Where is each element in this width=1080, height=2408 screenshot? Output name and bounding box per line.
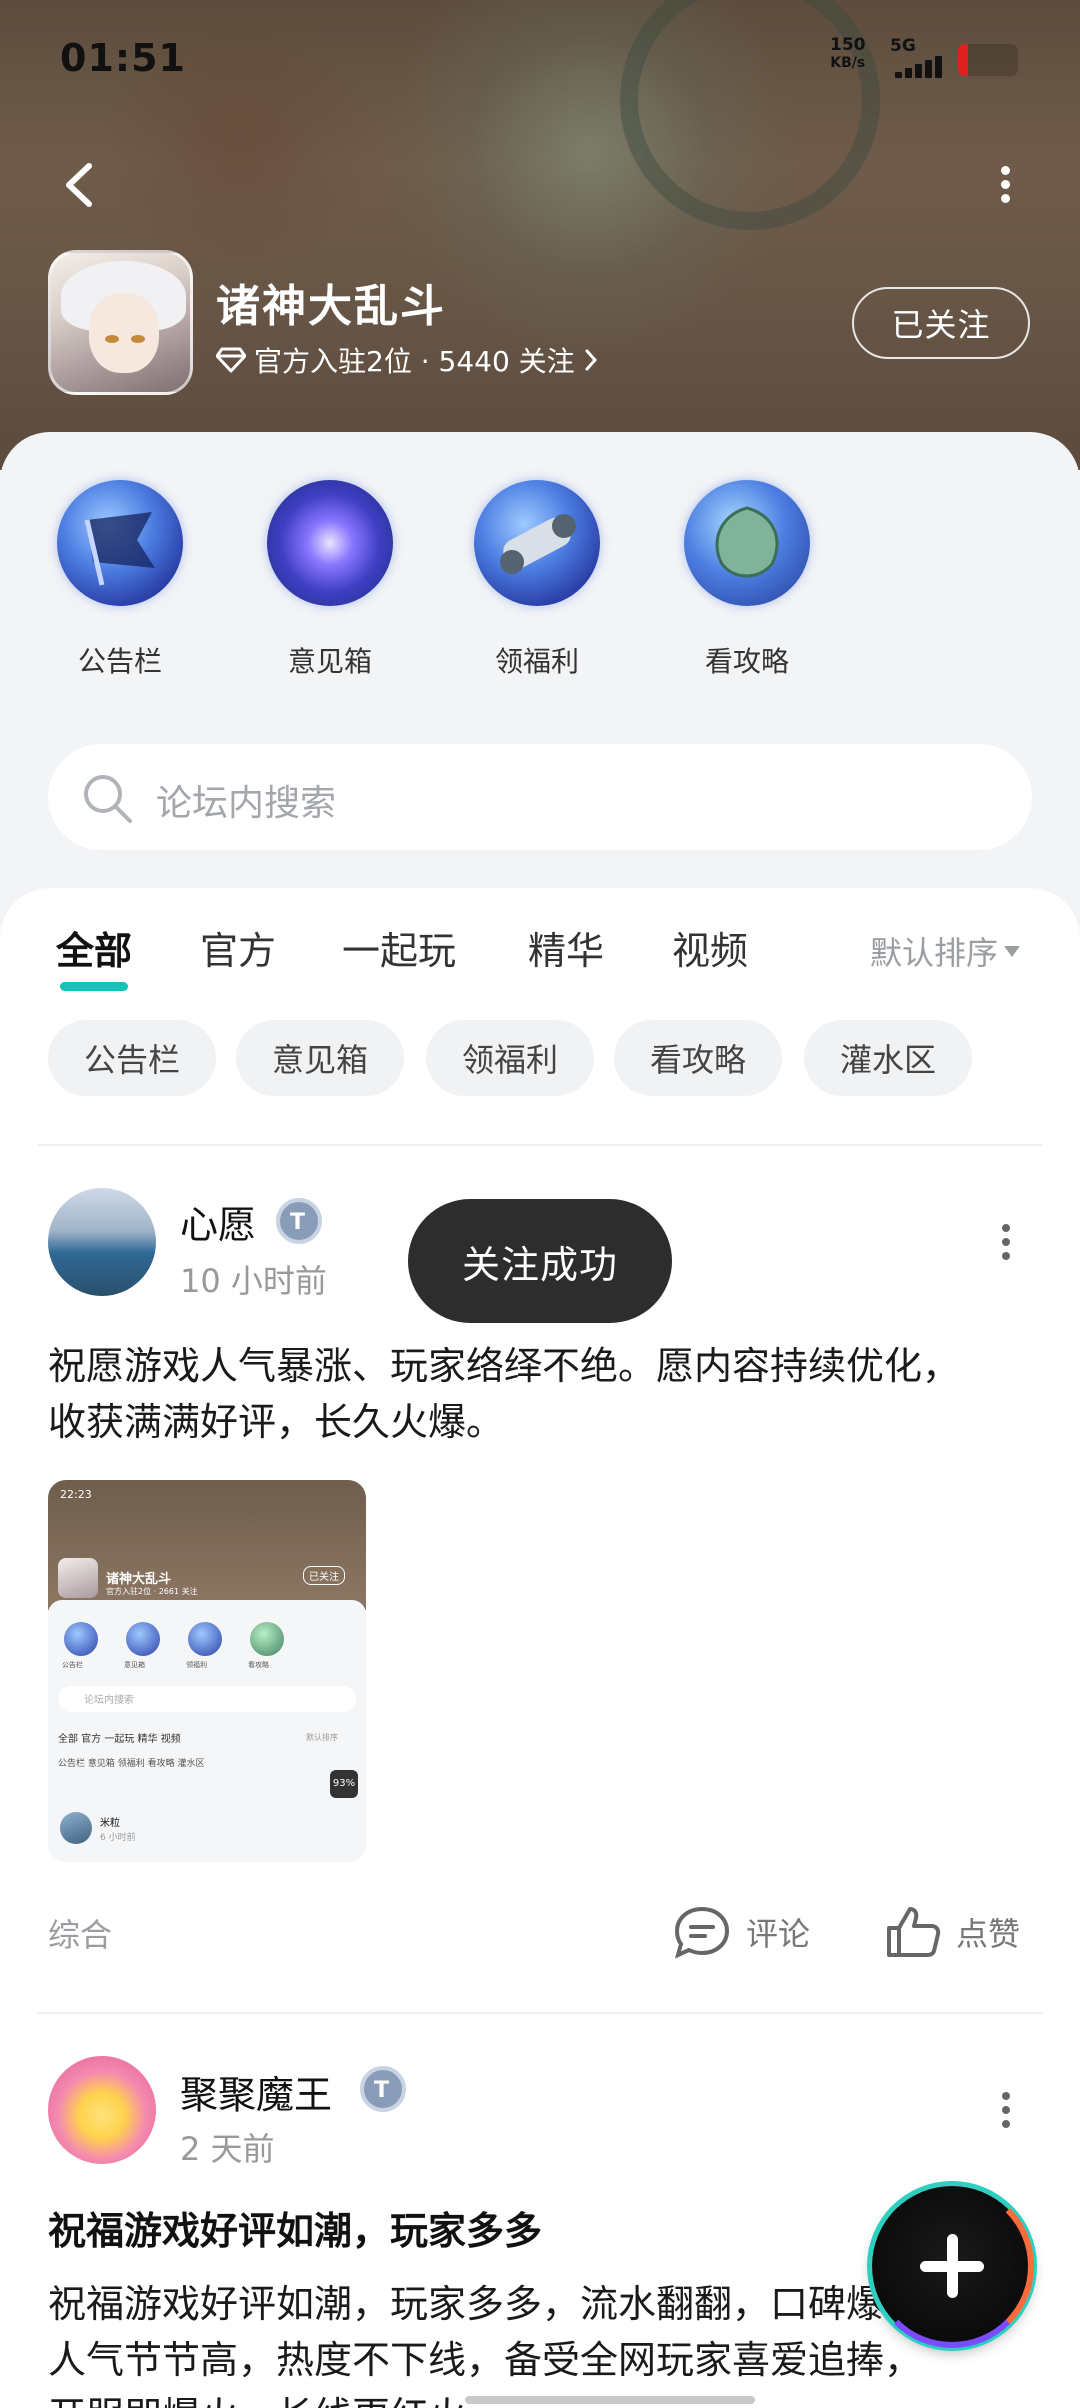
- post-content[interactable]: 祝愿游戏人气暴涨、玩家络绎不绝。愿内容持续优化， 收获满满好评，长久火爆。: [48, 1338, 1048, 1450]
- home-indicator[interactable]: [465, 2396, 755, 2404]
- thumb-quick-label: 领福利: [186, 1661, 207, 1669]
- post-more-icon[interactable]: [996, 2090, 1016, 2130]
- network-speed-unit: KB/s: [830, 55, 866, 71]
- divider: [38, 1144, 1042, 1146]
- game-title: 诸神大乱斗: [216, 281, 446, 332]
- tab-play-together[interactable]: 一起玩: [342, 920, 456, 975]
- tab-official[interactable]: 官方: [200, 920, 276, 975]
- thumb-author: 米粒: [100, 1818, 120, 1829]
- post-content-line: 收获满满好评，长久火爆。: [48, 1400, 505, 1444]
- sort-label: 默认排序: [870, 934, 999, 972]
- status-bar: 01:51 150 KB/s 5G: [0, 0, 1080, 120]
- quick-entry-label: 看攻略: [704, 645, 789, 678]
- quick-entry-guide[interactable]: 看攻略: [672, 480, 822, 680]
- post-image[interactable]: 22:23 诸神大乱斗 官方入驻2位 · 2661 关注 已关注 公告栏 意见箱…: [48, 1480, 366, 1862]
- scroll-icon: [474, 480, 600, 606]
- search-icon: [84, 775, 132, 823]
- thumb-quick-label: 公告栏: [62, 1661, 83, 1669]
- game-icon: [48, 250, 193, 395]
- network-speed: 150 KB/s: [830, 36, 866, 72]
- post-footer: 综合 评论 点赞: [0, 1894, 1080, 1974]
- thumb-follow: 已关注: [303, 1566, 345, 1585]
- chevron-right-icon: [585, 349, 597, 371]
- comment-label: 评论: [746, 1915, 811, 1953]
- thumb-tabs: 全部 官方 一起玩 精华 视频: [58, 1734, 181, 1745]
- bulletin-flag-icon: [57, 480, 183, 606]
- post-category[interactable]: 综合: [48, 1910, 112, 1956]
- create-post-button[interactable]: [870, 2184, 1034, 2348]
- comment-icon: [674, 1906, 730, 1959]
- post-author[interactable]: 心愿: [180, 1194, 256, 1249]
- quick-entry-bulletin[interactable]: 公告栏: [45, 480, 195, 680]
- game-meta-text: 官方入驻2位 · 5440 关注: [254, 345, 575, 378]
- toast-message: 关注成功: [408, 1199, 672, 1323]
- like-label: 点赞: [956, 1915, 1021, 1953]
- thumbs-up-icon: [887, 1907, 941, 1957]
- post-more-icon[interactable]: [996, 1222, 1016, 1262]
- quick-entry-feedback[interactable]: 意见箱: [255, 480, 405, 680]
- diamond-icon: [216, 347, 246, 373]
- quick-entries: 公告栏 意见箱 领福利 看攻略: [0, 470, 1080, 710]
- chip-feedback[interactable]: 意见箱: [236, 1020, 404, 1096]
- caret-down-icon: [1004, 945, 1021, 957]
- post-time: 10 小时前: [180, 1262, 327, 1300]
- thumb-time: 22:23: [60, 1488, 92, 1501]
- section-chips: 公告栏 意见箱 领福利 看攻略 灌水区: [48, 1020, 1048, 1096]
- follow-button[interactable]: 已关注: [852, 287, 1030, 359]
- tab-all-label: 全部: [56, 929, 133, 973]
- jade-leaf-icon: [684, 480, 810, 606]
- tab-video[interactable]: 视频: [672, 920, 748, 975]
- battery-icon: [958, 44, 1018, 76]
- thumb-quick-label: 意见箱: [124, 1661, 145, 1669]
- quick-entry-welfare[interactable]: 领福利: [462, 480, 612, 680]
- user-level-badge-icon: T: [360, 2066, 406, 2112]
- post-title[interactable]: 祝福游戏好评如潮，玩家多多: [48, 2200, 542, 2255]
- divider: [38, 2012, 1042, 2014]
- active-tab-indicator: [60, 982, 128, 991]
- category-tabs: 全部 官方 一起玩 精华 视频 默认排序: [0, 920, 1080, 1000]
- game-meta[interactable]: 官方入驻2位 · 5440 关注: [216, 340, 599, 380]
- user-level-badge-icon: T: [276, 1198, 322, 1244]
- quick-entry-label: 领福利: [494, 645, 579, 678]
- search-input[interactable]: 论坛内搜索: [48, 744, 1032, 850]
- post-content-line: 祝愿游戏人气暴涨、玩家络绎不绝。愿内容持续优化，: [48, 1344, 961, 1388]
- avatar[interactable]: [48, 2056, 156, 2164]
- avatar[interactable]: [48, 1188, 156, 1296]
- like-button[interactable]: 点赞: [884, 1904, 1020, 1960]
- chip-bulletin[interactable]: 公告栏: [48, 1020, 216, 1096]
- thumb-meta: 官方入驻2位 · 2661 关注: [106, 1587, 198, 1596]
- chip-chat[interactable]: 灌水区: [804, 1020, 972, 1096]
- back-arrow-icon[interactable]: [55, 160, 105, 210]
- thumb-quick-label: 看攻略: [248, 1661, 269, 1669]
- network-type: 5G: [890, 36, 916, 56]
- chip-guide[interactable]: 看攻略: [614, 1020, 782, 1096]
- thumb-chips: 公告栏 意见箱 领福利 看攻略 灌水区: [58, 1759, 205, 1769]
- thumb-author-time: 6 小时前: [100, 1833, 136, 1843]
- network-speed-value: 150: [830, 35, 866, 55]
- post-author[interactable]: 聚聚魔王: [180, 2064, 332, 2119]
- chip-welfare[interactable]: 领福利: [426, 1020, 594, 1096]
- status-time: 01:51: [60, 36, 186, 80]
- more-vertical-icon[interactable]: [985, 160, 1025, 210]
- post-content-line: 人气节节高，热度不下线，备受全网玩家喜爱追捧，: [48, 2338, 923, 2382]
- thumb-search: 论坛内搜索: [84, 1695, 134, 1706]
- post-time: 2 天前: [180, 2130, 275, 2168]
- signal-icon: [895, 56, 947, 78]
- thumb-title: 诸神大乱斗: [106, 1572, 172, 1587]
- quick-entry-label: 公告栏: [77, 645, 162, 678]
- sort-dropdown[interactable]: 默认排序: [870, 928, 1021, 974]
- search-placeholder: 论坛内搜索: [156, 783, 337, 824]
- comment-button[interactable]: 评论: [672, 1904, 810, 1960]
- quick-entry-label: 意见箱: [287, 645, 372, 678]
- thumb-sort: 默认排序: [306, 1733, 338, 1742]
- thumb-pct: 93%: [330, 1770, 358, 1798]
- tab-all[interactable]: 全部: [56, 920, 133, 991]
- tab-featured[interactable]: 精华: [528, 920, 604, 975]
- galaxy-orb-icon: [267, 480, 393, 606]
